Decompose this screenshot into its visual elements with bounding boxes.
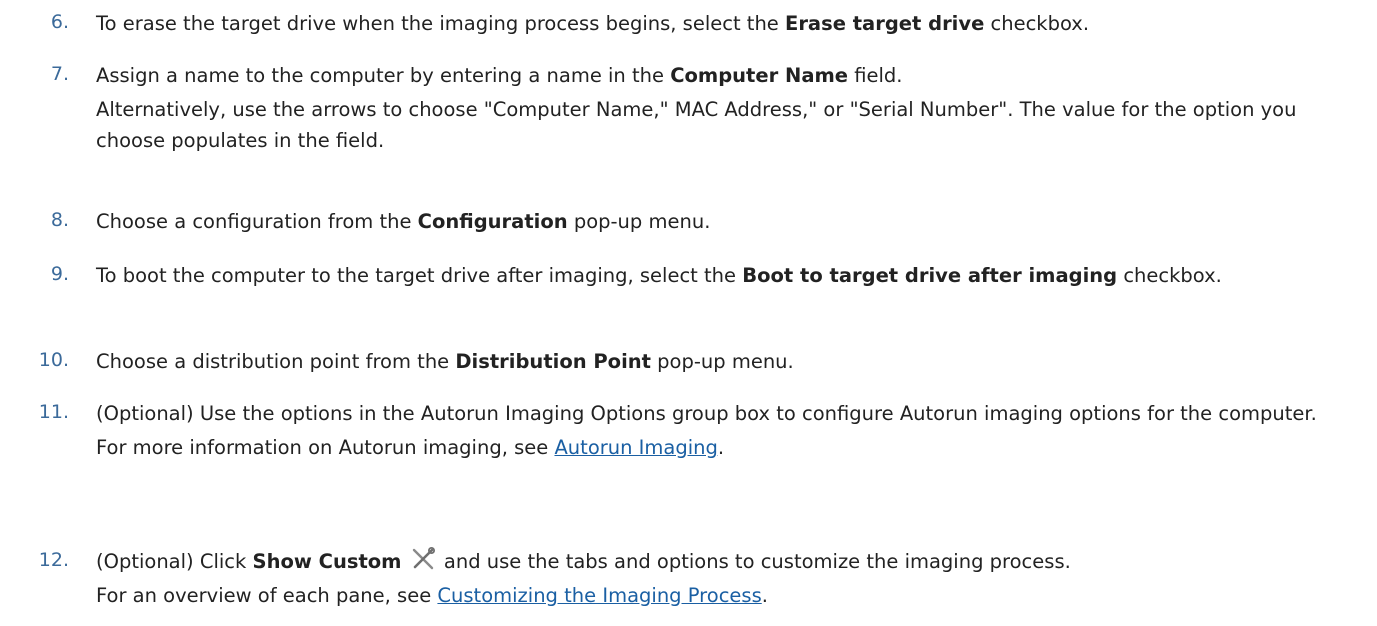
step-text-pre: Choose a configuration from the <box>96 210 418 233</box>
step-text-post: field. <box>848 64 903 87</box>
step-text-pre: (Optional) Click <box>96 550 253 573</box>
step-number: 12. <box>38 549 69 571</box>
subtext-pre: For an overview of each pane, see <box>96 584 438 607</box>
ui-term: Configuration <box>417 210 568 233</box>
step-number: 10. <box>38 349 69 371</box>
ui-term: Distribution Point <box>455 350 651 373</box>
step-text-post: and use the tabs and options to customiz… <box>437 550 1071 573</box>
tools-icon <box>410 547 436 571</box>
step-text: Assign a name to the computer by enterin… <box>96 60 1358 156</box>
step-text-line: (Optional) Use the options in the Autoru… <box>96 402 1317 425</box>
autorun-imaging-link[interactable]: Autorun Imaging <box>554 436 717 459</box>
ui-term: Computer Name <box>670 64 849 87</box>
step-subtext: For an overview of each pane, see Custom… <box>96 580 1358 611</box>
step-subtext: Alternatively, use the arrows to choose … <box>96 98 1297 152</box>
step-number: 9. <box>50 263 69 285</box>
document-page: 6. To erase the target drive when the im… <box>0 0 1377 626</box>
step-text-post: checkbox. <box>984 12 1090 35</box>
step-text: (Optional) Use the options in the Autoru… <box>96 398 1358 463</box>
subtext-pre: For more information on Autorun imaging,… <box>96 436 555 459</box>
step-text-pre: To erase the target drive when the imagi… <box>96 12 785 35</box>
step-number: 11. <box>38 401 69 423</box>
step-text: To erase the target drive when the imagi… <box>96 8 1358 39</box>
subtext-post: . <box>717 436 725 459</box>
ui-term: Show Custom <box>252 550 402 573</box>
customizing-imaging-process-link[interactable]: Customizing the Imaging Process <box>437 584 761 607</box>
step-text-post: pop-up menu. <box>650 350 794 373</box>
step-text-post: pop-up menu. <box>567 210 711 233</box>
step-text: (Optional) Click Show Custom and use the… <box>96 546 1358 611</box>
step-text: Choose a configuration from the Configur… <box>96 206 1358 237</box>
step-text: Choose a distribution point from the Dis… <box>96 346 1358 377</box>
ui-term: Boot to target drive after imaging <box>742 264 1118 287</box>
step-text: To boot the computer to the target drive… <box>96 260 1358 291</box>
step-text-post: checkbox. <box>1117 264 1222 287</box>
step-subtext: For more information on Autorun imaging,… <box>96 432 1358 463</box>
step-text-pre: Assign a name to the computer by enterin… <box>96 64 671 87</box>
step-number: 8. <box>50 209 69 231</box>
step-number: 6. <box>50 11 69 33</box>
ui-term: Erase target drive <box>785 12 985 35</box>
step-text-pre: To boot the computer to the target drive… <box>96 264 743 287</box>
step-number: 7. <box>50 63 69 85</box>
step-text-pre: Choose a distribution point from the <box>96 350 456 373</box>
subtext-post: . <box>761 584 768 607</box>
